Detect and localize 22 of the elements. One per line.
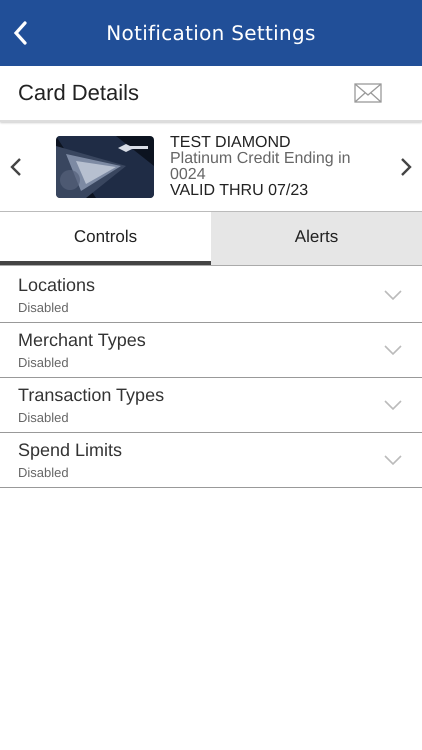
card-name: TEST DIAMOND xyxy=(170,135,292,151)
control-status: Disabled xyxy=(18,355,70,370)
card-description: Platinum Credit Ending in 0024 xyxy=(170,151,352,183)
card-expiry: VALID THRU 07/23 xyxy=(170,183,310,199)
control-status: Disabled xyxy=(18,410,70,425)
control-title: Transaction Types xyxy=(18,385,166,406)
back-icon xyxy=(12,21,28,45)
control-status: Disabled xyxy=(18,300,70,315)
chevron-right-icon xyxy=(400,157,412,177)
control-row[interactable]: Spend Limits Disabled xyxy=(0,433,422,488)
tab[interactable]: Alerts xyxy=(211,212,422,265)
control-row[interactable]: Transaction Types Disabled xyxy=(0,378,422,433)
control-title: Locations xyxy=(18,275,96,296)
envelope-icon xyxy=(354,83,382,103)
screen-title: Notification Settings xyxy=(106,21,316,45)
control-title: Merchant Types xyxy=(18,330,147,351)
chevron-left-icon xyxy=(10,157,22,177)
control-row[interactable]: Locations Disabled xyxy=(0,268,422,323)
control-title: Spend Limits xyxy=(18,440,124,461)
control-row[interactable]: Merchant Types Disabled xyxy=(0,323,422,378)
section-title: Card Details xyxy=(18,80,140,106)
control-status: Disabled xyxy=(18,465,70,480)
